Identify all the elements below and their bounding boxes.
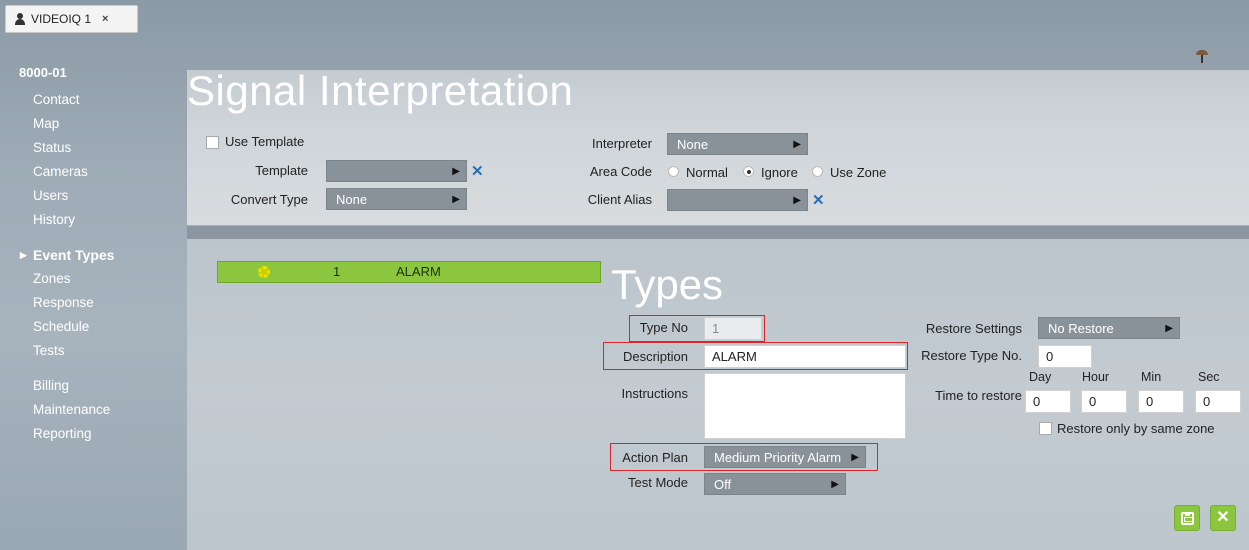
interpreter-select[interactable]: None ▶	[667, 133, 808, 155]
test-mode-value: Off	[714, 477, 732, 492]
sidebar-item-zones[interactable]: Zones	[33, 267, 114, 291]
use-template-label: Use Template	[225, 134, 305, 149]
sidebar-group-3: Billing Maintenance Reporting	[33, 374, 110, 446]
restore-same-zone-checkbox[interactable]	[1039, 422, 1052, 435]
tab-label: VIDEOIQ 1	[31, 12, 92, 26]
instructions-textarea[interactable]	[704, 373, 906, 439]
template-label: Template	[255, 163, 308, 178]
sidebar-item-contact[interactable]: Contact	[33, 88, 88, 112]
sidebar-item-schedule[interactable]: Schedule	[33, 315, 114, 339]
sidebar-item-maintenance[interactable]: Maintenance	[33, 398, 110, 422]
sidebar-item-tests[interactable]: Tests	[33, 339, 114, 363]
sidebar-item-status[interactable]: Status	[33, 136, 88, 160]
instructions-label: Instructions	[621, 386, 688, 401]
time-sec-field[interactable]: 0	[1195, 390, 1241, 413]
area-code-ignore-label: Ignore	[761, 165, 798, 180]
convert-type-label: Convert Type	[230, 192, 308, 207]
test-mode-label: Test Mode	[628, 475, 688, 490]
gear-icon	[258, 266, 270, 278]
time-day-field[interactable]: 0	[1025, 390, 1071, 413]
restore-type-field[interactable]: 0	[1038, 345, 1092, 368]
event-type-no: 1	[333, 264, 341, 279]
area-code-use-zone-label: Use Zone	[830, 165, 887, 180]
dropdown-arrow-icon: ▶	[793, 195, 801, 206]
restore-same-zone-label: Restore only by same zone	[1057, 421, 1215, 436]
convert-type-value: None	[336, 192, 368, 207]
dropdown-arrow-icon: ▶	[1165, 323, 1173, 334]
use-template-checkbox[interactable]	[206, 136, 219, 149]
time-unit-min: Min	[1141, 370, 1162, 384]
sidebar-item-cameras[interactable]: Cameras	[33, 160, 88, 184]
area-code-label: Area Code	[589, 164, 652, 179]
restore-settings-label: Restore Settings	[925, 321, 1022, 336]
restore-settings-value: No Restore	[1048, 321, 1114, 336]
dropdown-arrow-icon: ▶	[452, 166, 460, 177]
pin-icon[interactable]	[1196, 50, 1208, 64]
sidebar-item-reporting[interactable]: Reporting	[33, 422, 110, 446]
time-min-field[interactable]: 0	[1138, 390, 1184, 413]
sidebar-group-1: Contact Map Status Cameras Users History	[33, 88, 88, 232]
type-no-highlight	[629, 315, 765, 342]
sidebar-item-response[interactable]: Response	[33, 291, 114, 315]
interpreter-value: None	[677, 137, 709, 152]
cancel-button[interactable]: ✕	[1210, 505, 1236, 531]
time-unit-hour: Hour	[1082, 370, 1110, 384]
area-code-normal-label: Normal	[686, 165, 728, 180]
convert-type-select[interactable]: None ▶	[326, 188, 467, 210]
user-group-icon	[14, 13, 28, 25]
area-code-normal-radio[interactable]	[668, 166, 679, 177]
event-type-name: ALARM	[396, 264, 441, 279]
template-select[interactable]: ▶	[326, 160, 467, 182]
description-highlight	[603, 342, 908, 370]
dropdown-arrow-icon: ▶	[831, 479, 839, 490]
test-mode-select[interactable]: Off ▶	[704, 473, 846, 495]
time-hour-field[interactable]: 0	[1081, 390, 1127, 413]
restore-type-label: Restore Type No.	[921, 348, 1022, 363]
divider	[187, 226, 1249, 239]
interpreter-label: Interpreter	[592, 136, 652, 151]
sidebar-item-history[interactable]: History	[33, 208, 88, 232]
sidebar-item-billing[interactable]: Billing	[33, 374, 110, 398]
dropdown-arrow-icon: ▶	[793, 139, 801, 150]
close-icon: ✕	[1216, 509, 1230, 526]
dropdown-arrow-icon: ▶	[452, 194, 460, 205]
section-title: Types	[611, 261, 724, 308]
clear-client-alias-icon[interactable]: ✕	[812, 193, 825, 208]
sidebar-item-users[interactable]: Users	[33, 184, 88, 208]
clear-template-icon[interactable]: ✕	[471, 164, 484, 179]
client-alias-select[interactable]: ▶	[667, 189, 808, 211]
action-plan-highlight	[610, 443, 878, 471]
area-code-ignore-radio[interactable]	[743, 166, 754, 177]
time-to-restore-label: Time to restore	[935, 388, 1022, 403]
area-code-use-zone-radio[interactable]	[812, 166, 823, 177]
account-id: 8000-01	[19, 65, 67, 80]
sidebar-group-2: Event Types Zones Response Schedule Test…	[20, 243, 115, 363]
event-type-row[interactable]: 1 ALARM	[217, 261, 601, 283]
client-alias-label: Client Alias	[587, 192, 652, 207]
time-unit-day: Day	[1029, 370, 1052, 384]
close-tab-icon[interactable]: ×	[102, 13, 108, 25]
sidebar-item-map[interactable]: Map	[33, 112, 88, 136]
sidebar-item-event-types[interactable]: Event Types	[20, 243, 115, 267]
page-title: Signal Interpretation	[187, 67, 574, 114]
tab-videoiq[interactable]: VIDEOIQ 1 ×	[5, 5, 138, 33]
time-unit-sec: Sec	[1198, 370, 1220, 384]
restore-settings-select[interactable]: No Restore ▶	[1038, 317, 1180, 339]
save-icon	[1180, 511, 1194, 525]
save-button[interactable]	[1174, 505, 1200, 531]
